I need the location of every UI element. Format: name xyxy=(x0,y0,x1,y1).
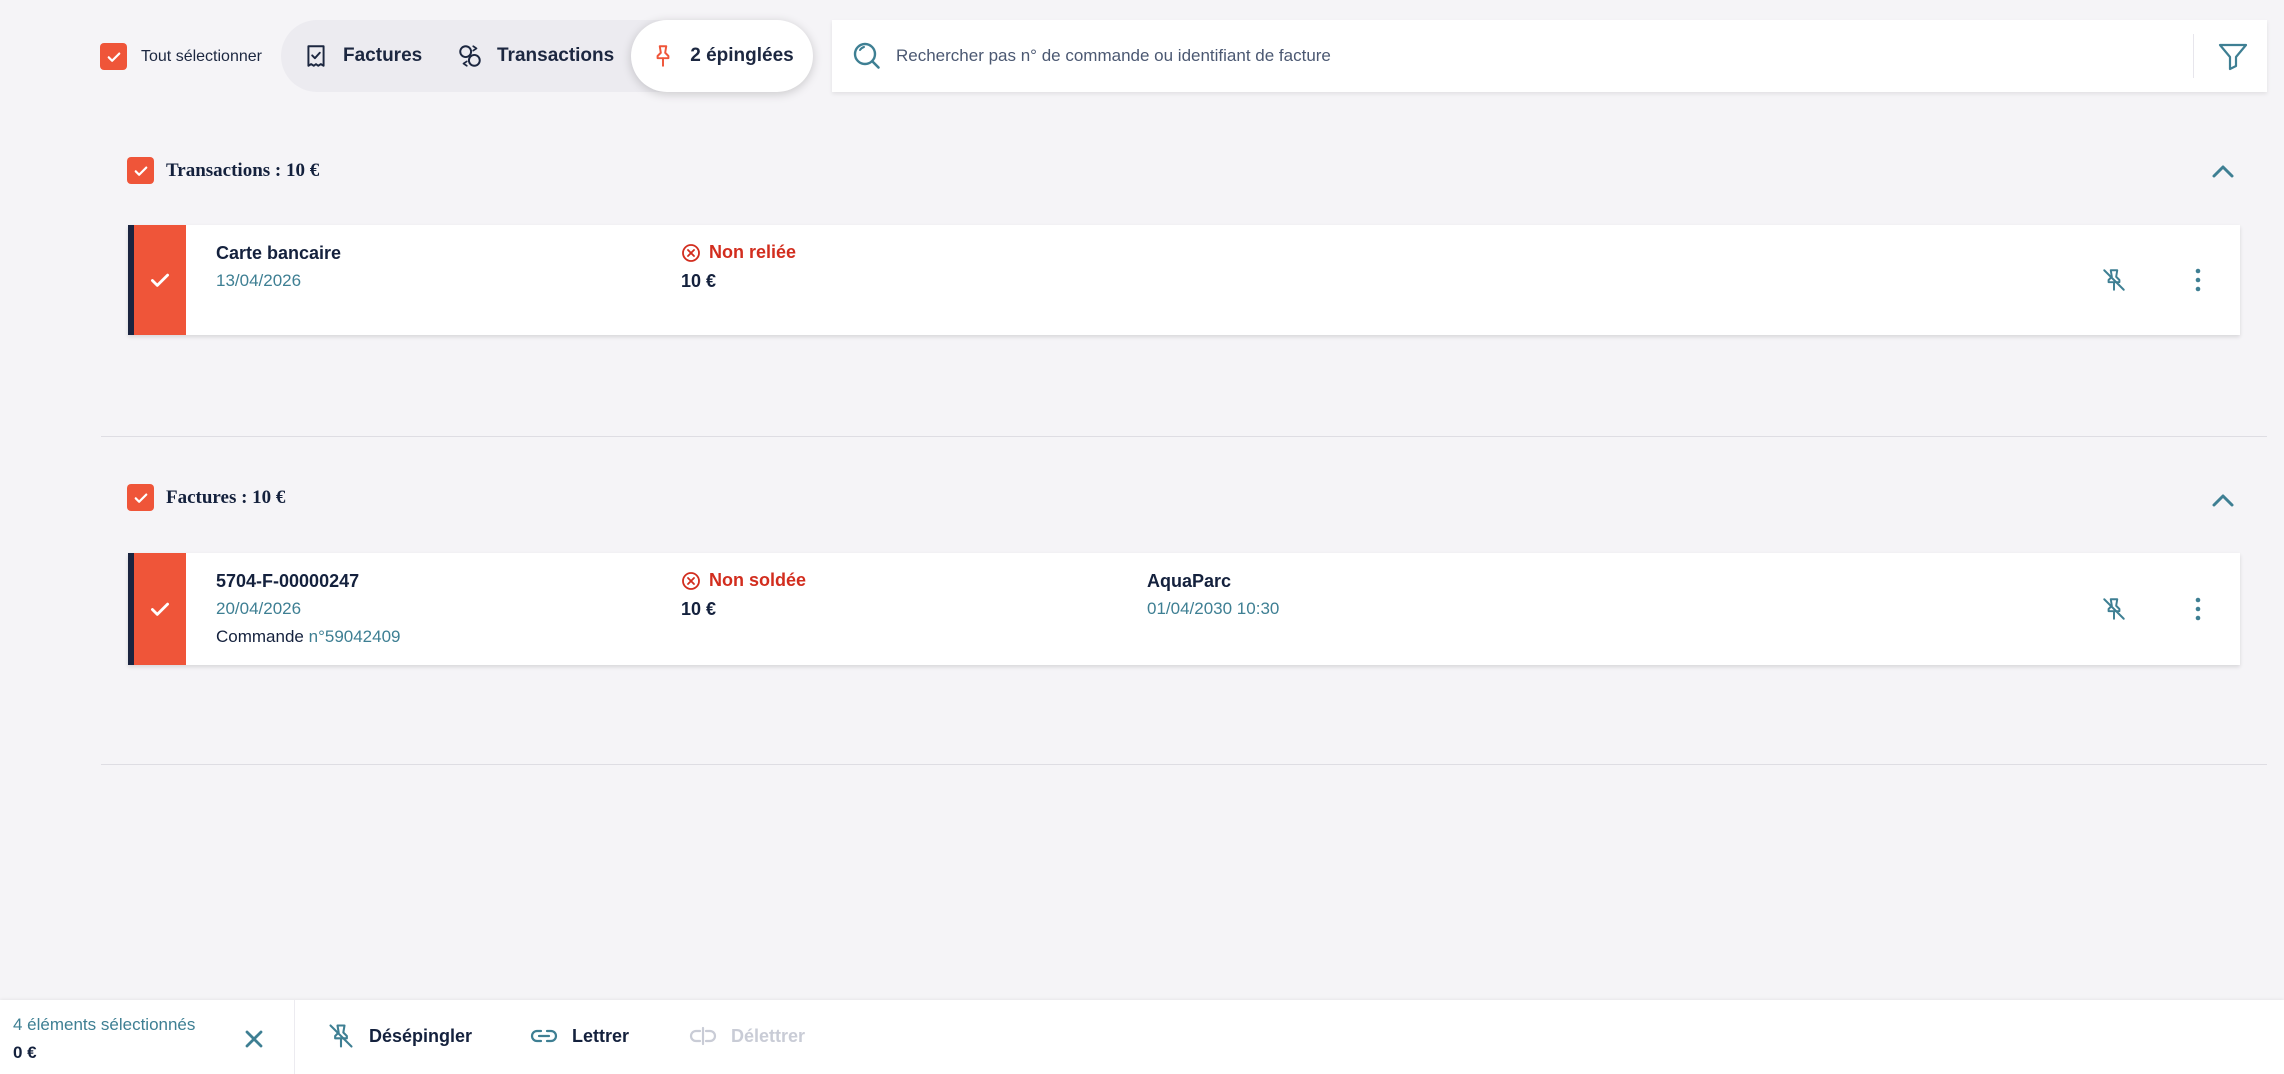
select-all-label: Tout sélectionner xyxy=(141,47,262,65)
invoice-number: 5704-F-00000247 xyxy=(216,571,360,591)
card-checkbox[interactable] xyxy=(134,553,186,665)
link-icon xyxy=(530,1029,558,1043)
invoice-check-icon xyxy=(307,45,325,67)
section-divider xyxy=(101,764,2267,765)
transactions-icon xyxy=(459,45,481,67)
error-circle-icon xyxy=(682,243,700,262)
unpin-icon[interactable] xyxy=(2101,267,2127,293)
section-transactions-title: Transactions : 10 € xyxy=(166,159,320,181)
section-factures-header: Factures : 10 € xyxy=(127,484,285,511)
more-options-icon[interactable] xyxy=(2193,267,2203,293)
card-checkbox[interactable] xyxy=(134,225,186,335)
section-transactions-header: Transactions : 10 € xyxy=(127,157,319,184)
tab-pinned-label: 2 épinglées xyxy=(690,45,794,66)
invoice-amount: 10 € xyxy=(681,599,717,619)
search-icon xyxy=(853,42,880,69)
transaction-card[interactable]: Carte bancaire 13/04/2026 Non reliée 10 … xyxy=(128,225,2240,335)
error-circle-icon xyxy=(682,571,700,590)
bar-divider xyxy=(294,1000,295,1074)
section-transactions-checkbox[interactable] xyxy=(127,157,154,184)
unpin-icon[interactable] xyxy=(2101,596,2127,622)
invoice-customer-date: 01/04/2030 10:30 xyxy=(1147,599,1280,618)
transaction-title: Carte bancaire xyxy=(216,243,342,263)
check-icon xyxy=(134,493,147,503)
tab-factures-label: Factures xyxy=(343,45,423,66)
unlink-button[interactable]: Délettrer xyxy=(689,1022,805,1050)
tab-pinned[interactable]: 2 épinglées xyxy=(631,20,813,92)
invoice-customer: AquaParc xyxy=(1147,571,1232,591)
pin-icon xyxy=(656,45,670,67)
tab-transactions-label: Transactions xyxy=(497,45,615,66)
invoice-order-link[interactable]: n°59042409 xyxy=(309,627,401,646)
section-factures-checkbox[interactable] xyxy=(127,484,154,511)
search-bar xyxy=(832,20,2267,92)
select-all-checkbox[interactable] xyxy=(100,43,127,70)
status-badge: Non soldée xyxy=(681,570,806,591)
selected-count: 4 éléments sélectionnés xyxy=(13,1015,196,1034)
search-divider xyxy=(2193,34,2194,78)
status-label: Non reliée xyxy=(709,242,797,262)
status-label: Non soldée xyxy=(709,570,807,590)
invoice-order-prefix: Commande xyxy=(216,627,309,646)
check-icon xyxy=(151,602,169,616)
unpin-button[interactable]: Désépingler xyxy=(327,1022,472,1050)
invoice-card[interactable]: 5704-F-00000247 20/04/2026 Commande n°59… xyxy=(128,553,2240,665)
tab-transactions[interactable]: Transactions xyxy=(435,20,636,92)
transaction-date: 13/04/2026 xyxy=(216,271,302,290)
selected-total: 0 € xyxy=(13,1043,37,1062)
close-icon[interactable] xyxy=(242,1027,266,1051)
chevron-up-icon[interactable] xyxy=(2208,157,2238,187)
link-button-label: Lettrer xyxy=(572,1025,630,1046)
check-icon xyxy=(151,273,169,287)
invoice-date: 20/04/2026 xyxy=(216,599,302,618)
select-all[interactable]: Tout sélectionner xyxy=(100,43,262,70)
chevron-up-icon[interactable] xyxy=(2208,486,2238,516)
unlink-button-label: Délettrer xyxy=(731,1025,806,1046)
link-button[interactable]: Lettrer xyxy=(530,1022,629,1050)
unpin-icon xyxy=(329,1024,353,1048)
section-factures-title: Factures : 10 € xyxy=(166,486,286,508)
transaction-amount: 10 € xyxy=(681,271,717,291)
selection-action-bar: 4 éléments sélectionnés 0 € Désépingler … xyxy=(0,1000,2284,1074)
view-tabs: Factures Transactions 2 épinglées xyxy=(281,20,813,92)
check-icon xyxy=(107,52,120,62)
invoice-order: Commande n°59042409 xyxy=(216,627,401,647)
status-badge: Non reliée xyxy=(681,242,796,263)
more-options-icon[interactable] xyxy=(2193,596,2203,622)
tab-factures[interactable]: Factures xyxy=(281,20,444,92)
unpin-button-label: Désépingler xyxy=(369,1025,473,1046)
check-icon xyxy=(134,166,147,176)
filter-icon[interactable] xyxy=(2217,40,2249,72)
search-input[interactable] xyxy=(896,36,1996,76)
section-divider xyxy=(101,436,2267,437)
unlink-icon xyxy=(689,1026,717,1046)
